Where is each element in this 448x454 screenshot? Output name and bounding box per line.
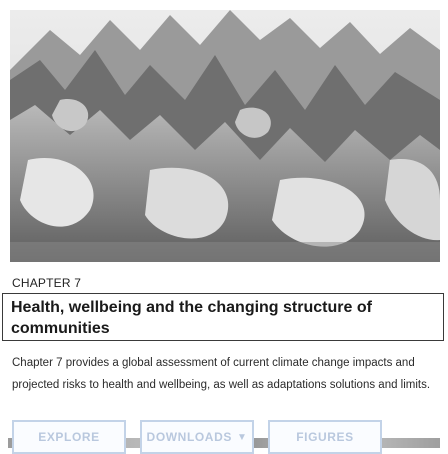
explore-button[interactable]: EXPLORE [12,420,126,454]
downloads-button[interactable]: DOWNLOADS ▼ [140,420,254,454]
figures-button[interactable]: FIGURES [268,420,382,454]
downloads-button-label: DOWNLOADS [146,430,232,444]
melting-ice-image [10,10,440,262]
chapter-title[interactable]: Health, wellbeing and the changing struc… [11,297,437,339]
chapter-eyebrow: CHAPTER 7 [12,276,82,290]
figures-button-label: FIGURES [296,430,354,444]
chapter-actions: EXPLORE DOWNLOADS ▼ FIGURES [12,420,436,454]
chevron-down-icon: ▼ [236,431,248,443]
explore-button-label: EXPLORE [38,430,100,444]
chapter-description: Chapter 7 provides a global assessment o… [12,357,431,391]
hero-image [10,10,440,262]
chapter-title-box[interactable]: Health, wellbeing and the changing struc… [2,293,444,341]
